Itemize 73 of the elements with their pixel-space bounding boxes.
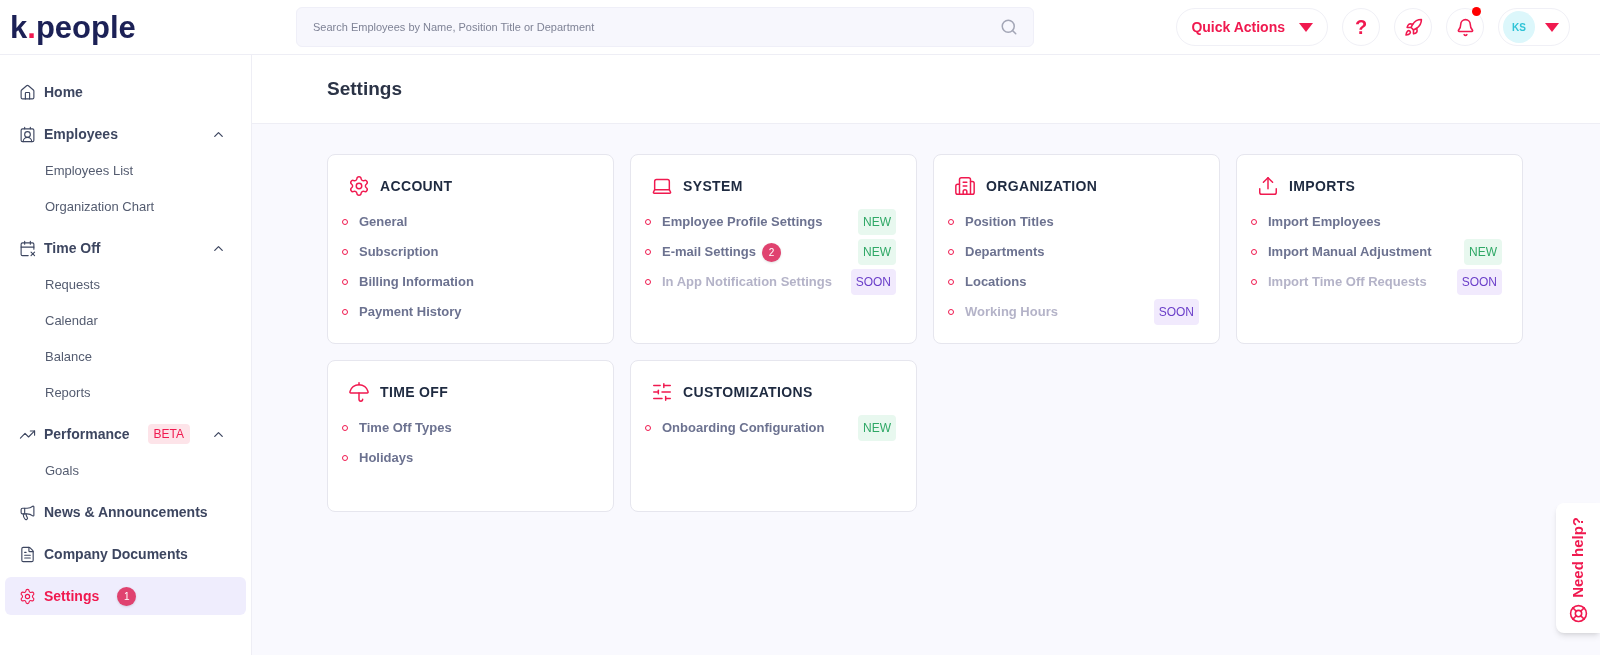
card-title: CUSTOMIZATIONS bbox=[683, 382, 813, 402]
card-title: IMPORTS bbox=[1289, 176, 1356, 196]
status-tag: NEW bbox=[1464, 239, 1502, 265]
settings-link[interactable]: Payment History bbox=[359, 302, 462, 322]
settings-link[interactable]: General bbox=[359, 212, 408, 232]
sidebar-item-label: Company Documents bbox=[44, 544, 188, 564]
sidebar-subitem[interactable]: Requests bbox=[5, 267, 246, 303]
search-field[interactable]: Search Employees by Name, Position Title or Department bbox=[296, 7, 1034, 47]
settings-link[interactable]: Import Employees bbox=[1268, 212, 1381, 232]
sidebar-item[interactable]: News & Announcements bbox=[5, 493, 246, 531]
settings-icon bbox=[348, 175, 370, 197]
card-title: SYSTEM bbox=[683, 176, 743, 196]
sidebar-item-label: News & Announcements bbox=[44, 502, 208, 522]
sidebar-item[interactable]: Company Documents bbox=[5, 535, 246, 573]
card-title: TIME OFF bbox=[380, 382, 449, 402]
sidebar-item[interactable]: Performance BETA bbox=[5, 415, 246, 453]
card-title: ORGANIZATION bbox=[986, 176, 1098, 196]
umbrella-icon bbox=[348, 381, 370, 403]
settings-link[interactable]: Subscription bbox=[359, 242, 439, 262]
status-tag: SOON bbox=[1153, 299, 1199, 325]
card-title: ACCOUNT bbox=[380, 176, 453, 196]
logo[interactable]: k.people bbox=[10, 11, 296, 43]
sidebar-subitem[interactable]: Calendar bbox=[5, 303, 246, 339]
home-icon bbox=[19, 83, 36, 101]
sidebar-item-label: Performance bbox=[44, 424, 130, 444]
sidebar-subitem[interactable]: Balance bbox=[5, 339, 246, 375]
need-help-label: Need help? bbox=[1567, 517, 1587, 598]
sliders-icon bbox=[651, 381, 673, 403]
settings-link[interactable]: E-mail Settings bbox=[662, 242, 756, 262]
status-tag: NEW bbox=[858, 209, 896, 235]
status-tag: NEW bbox=[858, 239, 896, 265]
avatar: KS bbox=[1503, 11, 1535, 43]
settings-link[interactable]: Time Off Types bbox=[359, 418, 452, 438]
sidebar-subitem[interactable]: Goals bbox=[5, 453, 246, 489]
sidebar-item-label: Home bbox=[44, 82, 83, 102]
caret-icon bbox=[1545, 22, 1559, 32]
rocket-icon bbox=[1403, 17, 1423, 37]
megaphone-icon bbox=[19, 503, 36, 521]
sidebar-item[interactable]: Employees bbox=[5, 115, 246, 153]
lifebuoy-icon bbox=[1568, 604, 1588, 623]
sidebar-item-label: Employees bbox=[44, 124, 118, 144]
sidebar-item-label: Time Off bbox=[44, 238, 101, 258]
status-tag: SOON bbox=[1456, 269, 1502, 295]
upload-icon bbox=[1257, 175, 1279, 197]
count-badge: 2 bbox=[761, 242, 781, 262]
beta-tag: BETA bbox=[147, 424, 191, 444]
settings-link[interactable]: Departments bbox=[965, 242, 1045, 262]
settings-link[interactable]: Position Titles bbox=[965, 212, 1054, 232]
sidebar-item[interactable]: Home bbox=[5, 73, 246, 111]
status-tag: NEW bbox=[858, 415, 896, 441]
settings-link[interactable]: Employee Profile Settings bbox=[662, 212, 823, 232]
sidebar-item[interactable]: Settings 1 bbox=[5, 577, 246, 615]
page-title: Settings bbox=[327, 76, 402, 101]
sidebar-subitem[interactable]: Reports bbox=[5, 375, 246, 411]
settings-link[interactable]: Onboarding Configuration bbox=[662, 418, 825, 438]
status-tag: SOON bbox=[850, 269, 896, 295]
settings-link[interactable]: Locations bbox=[965, 272, 1027, 292]
sidebar-item-label: Settings bbox=[44, 586, 100, 606]
sidebar-subitem[interactable]: Employees List bbox=[5, 153, 246, 189]
count-badge: 1 bbox=[117, 586, 137, 606]
need-help-tab[interactable]: Need help? bbox=[1556, 503, 1600, 633]
settings-icon bbox=[19, 587, 36, 605]
person-card-icon bbox=[19, 125, 36, 143]
document-icon bbox=[19, 545, 36, 563]
calendar-icon bbox=[19, 239, 36, 257]
bell-icon bbox=[1455, 17, 1475, 37]
sidebar-subitem[interactable]: Organization Chart bbox=[5, 189, 246, 225]
settings-link[interactable]: Holidays bbox=[359, 448, 414, 468]
caret-icon bbox=[1299, 22, 1313, 32]
settings-link[interactable]: Import Manual Adjustment bbox=[1268, 242, 1432, 262]
sidebar-item[interactable]: Time Off bbox=[5, 229, 246, 267]
settings-link[interactable]: Billing Information bbox=[359, 272, 474, 292]
building-icon bbox=[954, 175, 976, 197]
